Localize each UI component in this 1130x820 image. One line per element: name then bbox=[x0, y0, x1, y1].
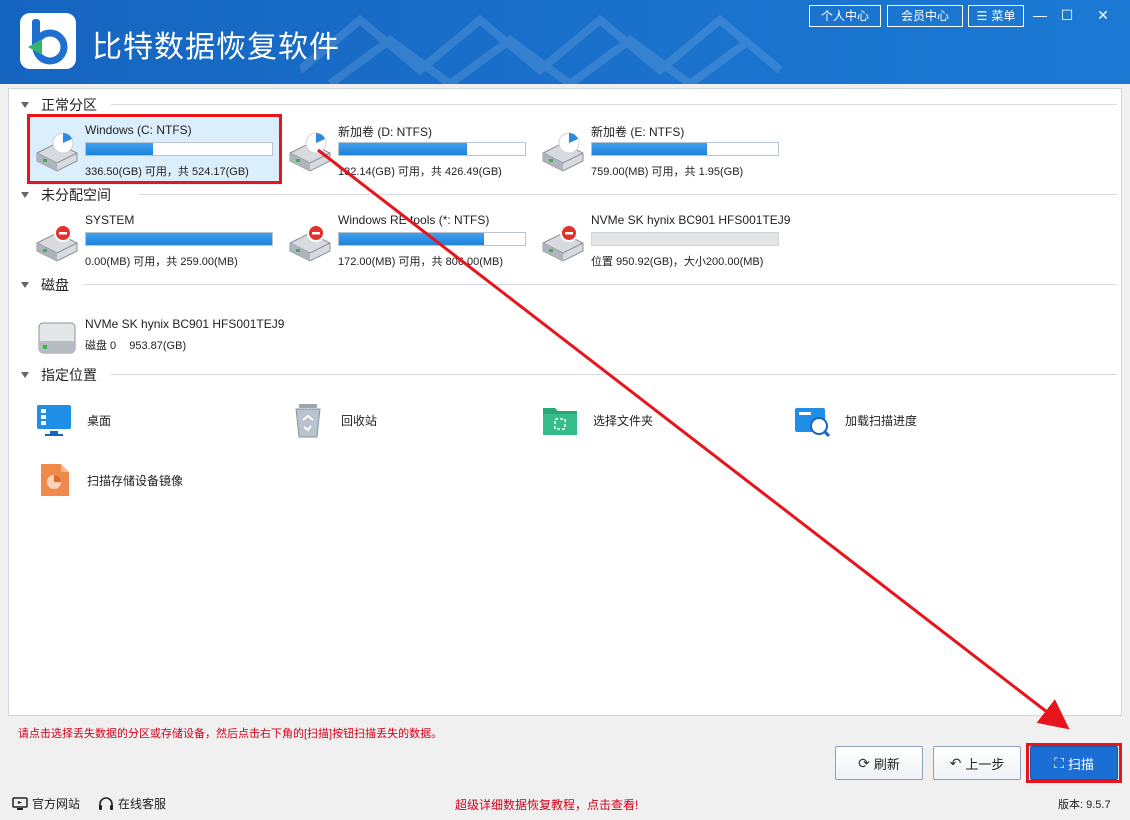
partition-name: Windows RE tools (*: NTFS) bbox=[338, 213, 490, 227]
drive-unallocated-icon bbox=[36, 224, 78, 262]
partition-info: 132.14(GB) 可用，共 426.49(GB) bbox=[338, 166, 502, 178]
collapse-triangle-icon bbox=[21, 102, 29, 108]
annotation-highlight-scan bbox=[1026, 743, 1122, 783]
drive-unallocated-icon bbox=[542, 224, 584, 262]
app-logo-icon bbox=[20, 13, 76, 69]
back-label: 上一步 bbox=[965, 756, 1005, 772]
partition-name: 新加卷 (D: NTFS) bbox=[338, 125, 432, 139]
disk-label: 磁盘 0 bbox=[85, 340, 117, 352]
section-unallocated[interactable]: 未分配空间 bbox=[21, 185, 111, 205]
hamburger-icon: ☰ bbox=[976, 9, 988, 23]
maximize-button[interactable]: ☐ bbox=[1052, 2, 1082, 28]
partition-windows-re[interactable]: Windows RE tools (*: NTFS) 172.00(MB) 可用… bbox=[282, 207, 534, 275]
title-bar: 比特数据恢复软件 个人中心 会员中心 ☰ 菜单 — ☐ ✕ bbox=[0, 0, 1130, 84]
folder-icon bbox=[543, 408, 577, 435]
partition-name: 新加卷 (E: NTFS) bbox=[591, 125, 685, 139]
partition-system[interactable]: SYSTEM 0.00(MB) 可用，共 259.00(MB) bbox=[29, 207, 281, 275]
version-label: 版本: 9.5.7 bbox=[1058, 799, 1111, 811]
app-title: 比特数据恢复软件 bbox=[92, 30, 340, 65]
refresh-icon: ⟳ bbox=[858, 754, 870, 771]
section-disk[interactable]: 磁盘 bbox=[21, 275, 69, 295]
collapse-triangle-icon bbox=[21, 192, 29, 198]
partition-info: 0.00(MB) 可用，共 259.00(MB) bbox=[85, 256, 238, 268]
location-desktop[interactable]: 桌面 bbox=[35, 400, 111, 440]
location-disk-image[interactable]: 扫描存储设备镜像 bbox=[35, 460, 183, 500]
close-button[interactable]: ✕ bbox=[1088, 2, 1118, 28]
section-divider bbox=[111, 104, 1117, 105]
section-divider bbox=[139, 194, 1117, 195]
recycle-bin-icon bbox=[295, 404, 321, 438]
drive-unallocated-icon bbox=[289, 224, 331, 262]
menu-label: 菜单 bbox=[991, 9, 1016, 23]
drive-pie-icon bbox=[289, 132, 331, 172]
section-divider bbox=[111, 374, 1117, 375]
disk-size: 953.87(GB) bbox=[129, 340, 187, 352]
usage-bar bbox=[591, 142, 779, 156]
partition-nvme-unallocated[interactable]: NVMe SK hynix BC901 HFS001TEJ9 位置 950.92… bbox=[535, 207, 791, 275]
tutorial-promo-link[interactable]: 超级详细数据恢复教程，点击查看! bbox=[455, 796, 638, 813]
partition-info: 位置 950.92(GB)，大小200.00(MB) bbox=[591, 256, 764, 268]
minimize-button[interactable]: — bbox=[1025, 2, 1055, 28]
desktop-icon bbox=[37, 405, 71, 436]
usage-bar bbox=[591, 232, 779, 246]
refresh-label: 刷新 bbox=[873, 756, 900, 772]
hard-disk-icon bbox=[38, 322, 76, 354]
section-location[interactable]: 指定位置 bbox=[21, 365, 97, 385]
partition-name: SYSTEM bbox=[85, 213, 135, 227]
online-support-link[interactable]: 在线客服 bbox=[98, 795, 166, 812]
support-label: 在线客服 bbox=[118, 797, 167, 811]
member-center-button[interactable]: 会员中心 bbox=[887, 5, 963, 27]
location-label: 回收站 bbox=[341, 413, 378, 428]
partition-info: 759.00(MB) 可用，共 1.95(GB) bbox=[591, 166, 744, 178]
official-website-link[interactable]: 官方网站 bbox=[12, 795, 80, 812]
location-label: 桌面 bbox=[87, 413, 112, 428]
collapse-triangle-icon bbox=[21, 372, 29, 378]
website-label: 官方网站 bbox=[32, 797, 81, 811]
location-select-folder[interactable]: 选择文件夹 bbox=[541, 400, 653, 440]
partition-name: NVMe SK hynix BC901 HFS001TEJ9 bbox=[591, 213, 791, 227]
load-scan-icon bbox=[795, 408, 831, 438]
usage-bar bbox=[338, 142, 526, 156]
section-divider bbox=[83, 284, 1117, 285]
title-decoration bbox=[300, 14, 783, 84]
location-recycle-bin[interactable]: 回收站 bbox=[289, 400, 377, 440]
disk-image-icon bbox=[41, 464, 69, 496]
partition-info: 172.00(MB) 可用，共 806.00(MB) bbox=[338, 256, 504, 268]
section-label: 未分配空间 bbox=[41, 188, 111, 204]
section-label: 正常分区 bbox=[41, 98, 97, 114]
location-label: 扫描存储设备镜像 bbox=[87, 473, 184, 488]
back-button[interactable]: ↶ 上一步 bbox=[933, 746, 1021, 780]
personal-center-button[interactable]: 个人中心 bbox=[809, 5, 881, 27]
partition-e[interactable]: 新加卷 (E: NTFS) 759.00(MB) 可用，共 1.95(GB) bbox=[535, 117, 787, 185]
headset-icon bbox=[99, 796, 113, 810]
section-label: 磁盘 bbox=[41, 278, 69, 294]
location-label: 加载扫描进度 bbox=[845, 413, 918, 428]
location-label: 选择文件夹 bbox=[593, 413, 654, 428]
usage-bar bbox=[85, 232, 273, 246]
menu-button[interactable]: ☰ 菜单 bbox=[968, 5, 1024, 27]
refresh-button[interactable]: ⟳ 刷新 bbox=[835, 746, 923, 780]
disk-name: NVMe SK hynix BC901 HFS001TEJ9 bbox=[85, 317, 285, 331]
usage-bar bbox=[338, 232, 526, 246]
collapse-triangle-icon bbox=[21, 282, 29, 288]
back-arrow-icon: ↶ bbox=[949, 754, 962, 771]
section-label: 指定位置 bbox=[41, 368, 97, 384]
monitor-icon bbox=[12, 796, 28, 810]
annotation-highlight-drive bbox=[27, 114, 282, 184]
disk-info: 磁盘 0 953.87(GB) bbox=[85, 337, 186, 353]
drive-pie-icon bbox=[542, 132, 584, 172]
partition-d[interactable]: 新加卷 (D: NTFS) 132.14(GB) 可用，共 426.49(GB) bbox=[282, 117, 534, 185]
instruction-hint: 请点击选择丢失数据的分区或存储设备，然后点击右下角的[扫描]按钮扫描丢失的数据。 bbox=[18, 728, 443, 740]
location-load-scan[interactable]: 加载扫描进度 bbox=[793, 400, 917, 440]
section-normal-partitions[interactable]: 正常分区 bbox=[21, 95, 97, 115]
